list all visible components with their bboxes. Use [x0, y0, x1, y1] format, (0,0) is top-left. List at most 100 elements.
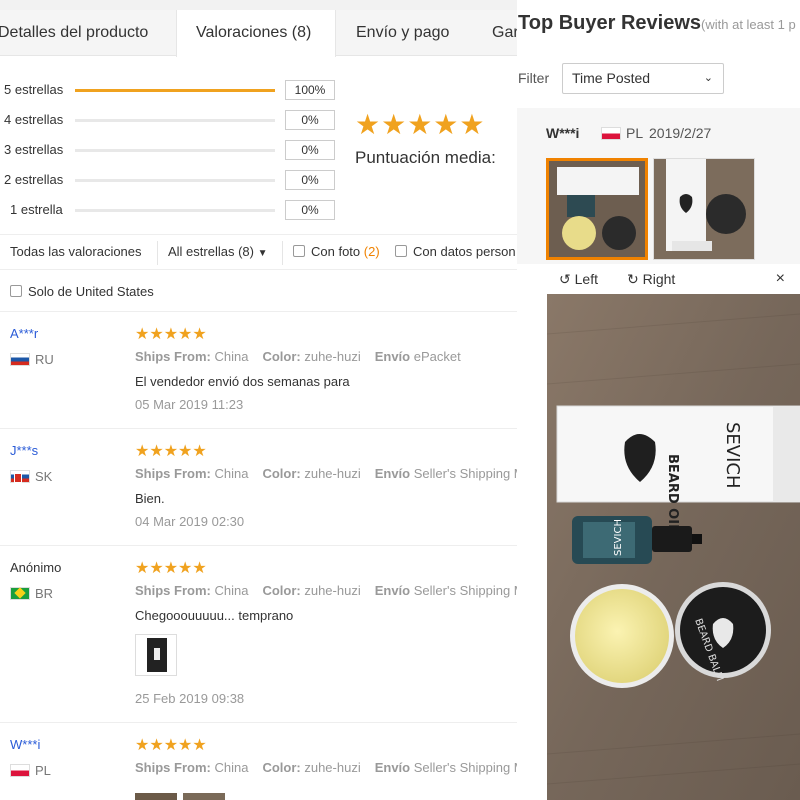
histogram-row-5[interactable]: 5 estrellas 100%	[0, 80, 340, 102]
with-photo-label: Con foto	[311, 244, 361, 259]
histogram-percent: 100%	[285, 80, 335, 100]
histogram-fill	[75, 89, 275, 92]
review-item: Anónimo BR ★★★★★ Ships From: China Color:…	[0, 546, 517, 723]
country-code: BR	[35, 586, 54, 601]
filter-all-reviews[interactable]: Todas las valoraciones	[10, 244, 142, 259]
histogram-percent: 0%	[285, 170, 335, 190]
top-reviews-title: Top Buyer Reviews(with at least 1 p	[518, 12, 796, 35]
filter-label: Filter	[518, 70, 550, 86]
review-text: Chegooouuuuu... temprano	[135, 608, 294, 623]
checkbox[interactable]	[10, 285, 22, 297]
only-us-label: Solo de United States	[28, 284, 154, 299]
product-photo	[147, 638, 167, 672]
meta-label: Envío	[374, 466, 411, 481]
meta-value: zuhe-huzi	[304, 349, 361, 364]
flag-br-icon	[10, 587, 30, 600]
review-text: Bien.	[135, 491, 165, 506]
reviewer-country: PL	[601, 125, 643, 141]
histogram-label: 5 estrellas	[4, 82, 64, 97]
review-photo-thumbnail[interactable]	[135, 793, 177, 800]
reviewer-name: Anónimo	[10, 560, 62, 575]
reviewer-name[interactable]: W***i	[10, 737, 40, 752]
reviewer-country: PL	[10, 763, 51, 778]
histogram-label: 1 estrella	[10, 202, 63, 217]
review-meta: Ships From: China Color: zuhe-huzi Envío S…	[135, 466, 517, 481]
meta-label: Envío	[374, 583, 411, 598]
histogram-bar	[75, 89, 275, 92]
with-photo-filter[interactable]: Con foto (2)	[293, 244, 380, 259]
reviewer-name[interactable]: J***s	[10, 443, 38, 458]
sort-select[interactable]: Time Posted ⌄	[562, 63, 724, 94]
tab-guarantee[interactable]: Gar	[492, 10, 517, 56]
review-photo-thumbnail[interactable]	[183, 793, 225, 800]
divider	[157, 241, 158, 265]
histogram-bar	[75, 209, 275, 212]
histogram-percent: 0%	[285, 200, 335, 220]
rotate-left-icon: ↺	[559, 271, 571, 287]
only-us-filter[interactable]: Solo de United States	[10, 284, 154, 299]
meta-value: ePacket	[413, 349, 461, 364]
histogram-percent: 0%	[285, 110, 335, 130]
checkbox[interactable]	[293, 245, 305, 257]
review-date: 2019/2/27	[649, 125, 712, 141]
meta-value: zuhe-huzi	[304, 760, 361, 775]
review-photo-thumbnail[interactable]	[653, 158, 755, 260]
review-stars: ★★★★★	[135, 326, 207, 343]
stars-select[interactable]: All estrellas (8) ▼	[168, 244, 268, 259]
tab-shipping-payment[interactable]: Envío y pago	[356, 10, 449, 56]
sort-select-value: Time Posted	[572, 70, 651, 86]
meta-value: China	[214, 760, 249, 775]
country-code: RU	[35, 352, 54, 367]
histogram-row-3[interactable]: 3 estrellas 0%	[0, 140, 340, 162]
tab-product-details[interactable]: Detalles del producto	[0, 10, 148, 56]
meta-label: Ships From:	[135, 466, 211, 481]
top-reviews-panel: Top Buyer Reviews(with at least 1 p Filt…	[517, 0, 800, 800]
box-label: BEARD OIL	[665, 454, 680, 532]
review-meta: Ships From: China Color: zuhe-huzi Envío S…	[135, 583, 517, 598]
bottle-brand: SEVICH	[613, 519, 624, 556]
flag-ru-icon	[10, 353, 30, 366]
review-text: El vendedor envió dos semanas para	[135, 374, 350, 389]
review-item: A***r RU ★★★★★ Ships From: China Color: z…	[0, 312, 517, 429]
histogram-row-4[interactable]: 4 estrellas 0%	[0, 110, 340, 132]
meta-value: Seller's Shipping M	[413, 583, 517, 598]
divider	[282, 241, 283, 265]
review-date: 05 Mar 2019 11:23	[135, 397, 244, 412]
checkbox[interactable]	[395, 245, 407, 257]
review-meta: Ships From: China Color: zuhe-huzi Envío e…	[135, 349, 461, 364]
with-personal-label: Con datos person	[413, 244, 516, 259]
reviewer-country: BR	[10, 586, 53, 601]
tab-reviews[interactable]: Valoraciones (8)	[176, 10, 336, 57]
chevron-down-icon: ⌄	[703, 72, 713, 84]
title-subtitle: (with at least 1 p	[701, 17, 796, 32]
review-item: J***s SK ★★★★★ Ships From: China Color: z…	[0, 429, 517, 546]
review-photo-thumbnail[interactable]	[546, 158, 648, 260]
review-photo-thumbnail[interactable]	[135, 634, 177, 676]
reviewer-name[interactable]: A***r	[10, 326, 38, 341]
average-rating-label: Puntuación media:	[355, 148, 496, 167]
meta-value: zuhe-huzi	[304, 466, 361, 481]
country-code: PL	[626, 125, 644, 141]
with-personal-data-filter[interactable]: Con datos person	[395, 244, 516, 259]
reviews-panel: Detalles del producto Valoraciones (8) E…	[0, 0, 517, 800]
histogram-label: 3 estrellas	[4, 142, 64, 157]
rotate-left-label: Left	[574, 271, 598, 287]
rotate-right-label: Right	[642, 271, 676, 287]
product-photo: BEARD OIL SEVICH SEVICH BEARD BALM	[547, 294, 800, 800]
meta-value: zuhe-huzi	[304, 583, 361, 598]
close-icon[interactable]: ×	[776, 270, 785, 288]
histogram-bar	[75, 149, 275, 152]
review-date: 04 Mar 2019 02:30	[135, 514, 245, 529]
box-brand: SEVICH	[722, 422, 743, 489]
histogram-row-2[interactable]: 2 estrellas 0%	[0, 170, 340, 192]
review-filter-bar: Todas las valoraciones All estrellas (8)…	[0, 234, 517, 270]
meta-value: China	[214, 466, 249, 481]
review-item: W***i PL ★★★★★ Ships From: China Color: z…	[0, 723, 517, 800]
rotate-left-button[interactable]: ↺ Left	[559, 271, 598, 288]
histogram-bar	[75, 119, 275, 122]
histogram-row-1[interactable]: 1 estrella 0%	[0, 200, 340, 222]
rotate-right-button[interactable]: ↻ Right	[627, 271, 675, 288]
image-viewer-toolbar: ↺ Left ↻ Right ×	[547, 266, 800, 294]
image-viewer[interactable]: BEARD OIL SEVICH SEVICH BEARD BALM	[547, 294, 800, 800]
top-strip	[0, 0, 517, 10]
